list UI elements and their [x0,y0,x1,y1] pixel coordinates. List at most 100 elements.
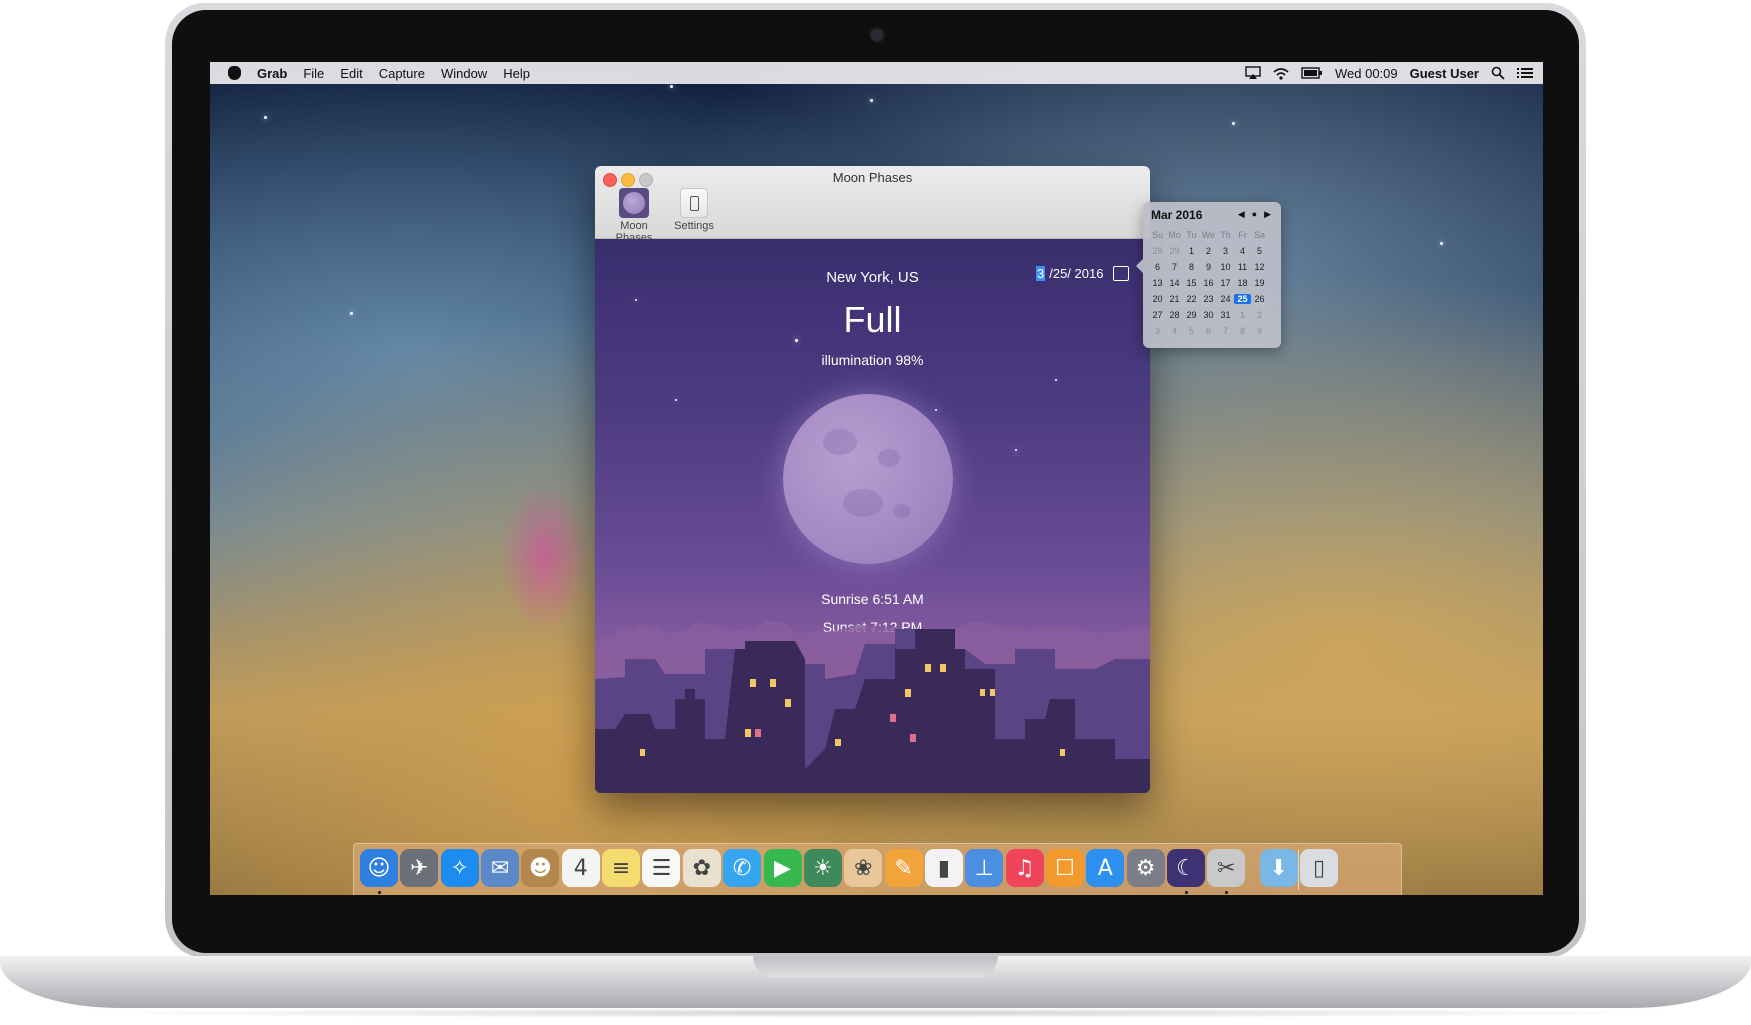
spotlight-icon[interactable] [1491,66,1505,80]
toolbar-settings[interactable]: Settings [671,188,717,232]
menu-bar-status: Wed 00:09 Guest User [1245,62,1533,84]
reminders-icon[interactable]: ☰ [642,849,681,887]
wifi-icon[interactable] [1273,67,1289,80]
toolbar-moon-phases[interactable]: Moon Phases [601,188,667,244]
calendar-day[interactable]: 27 [1149,310,1166,320]
date-rest-field[interactable]: /25/ 2016 [1049,266,1103,281]
photo-booth-icon[interactable]: ☀ [803,849,842,887]
grab-icon[interactable]: ✂ [1207,849,1246,887]
calendar-day[interactable]: 29 [1183,310,1200,320]
notes-icon[interactable]: ≡ [602,849,641,887]
moon-phases-window: Moon Phases Moon Phases Settings New Yor… [595,166,1150,793]
finder-icon[interactable]: ☺ [360,849,398,887]
calendar-day[interactable]: 1 [1183,246,1200,256]
date-month-field[interactable]: 3 [1036,266,1046,281]
menu-edit[interactable]: Edit [340,66,362,81]
calendar-week-row: 20 21 22 23 24 25 26 [1149,291,1277,307]
menu-app-name[interactable]: Grab [257,66,287,81]
calendar-day[interactable]: 13 [1149,278,1166,288]
menu-file[interactable]: File [303,66,324,81]
menu-window[interactable]: Window [441,66,487,81]
photos-icon[interactable]: ✿ [682,849,721,887]
iphoto-icon[interactable]: ❀ [844,849,883,887]
calendar-day[interactable]: 8 [1234,326,1251,336]
calendar-day[interactable]: 6 [1149,262,1166,272]
calendar-day[interactable]: 12 [1251,262,1268,272]
launchpad-icon[interactable]: ✈ [400,849,439,887]
today-dot-icon[interactable]: ● [1252,209,1257,220]
calendar-icon[interactable]: 4 [561,849,600,887]
calendar-day[interactable]: 9 [1251,326,1268,336]
calendar-day[interactable]: 23 [1200,294,1217,304]
apple-menu-icon[interactable] [228,66,241,80]
calendar-day[interactable]: 3 [1217,246,1234,256]
pages-icon[interactable]: ✎ [884,849,923,887]
previous-month-icon[interactable]: ◀ [1238,209,1245,220]
calendar-day[interactable]: 4 [1234,246,1251,256]
calendar-day-selected[interactable]: 25 [1234,294,1251,304]
keynote-icon[interactable]: ⊥ [965,849,1004,887]
calendar-day[interactable]: 7 [1217,326,1234,336]
calendar-day[interactable]: 11 [1234,262,1251,272]
calendar-day[interactable]: 16 [1200,278,1217,288]
calendar-day[interactable]: 7 [1166,262,1183,272]
menu-capture[interactable]: Capture [379,66,425,81]
date-picker[interactable]: 3/25/ 2016 [1036,266,1130,281]
calendar-day[interactable]: 26 [1251,294,1268,304]
city-skyline-illustration [595,621,1150,793]
menu-help[interactable]: Help [503,66,530,81]
calendar-day[interactable]: 2 [1200,246,1217,256]
calendar-day[interactable]: 22 [1183,294,1200,304]
trash-icon[interactable]: ▯ [1300,849,1339,887]
calendar-day[interactable]: 10 [1217,262,1234,272]
notification-center-icon[interactable] [1517,67,1533,79]
facetime-icon[interactable]: ▶ [763,849,802,887]
calendar-day[interactable]: 9 [1200,262,1217,272]
calendar-grid: Su Mo Tu We Th Fr Sa 28 29 1 2 3 4 5 6 7… [1149,227,1277,339]
calendar-week-row: 13 14 15 16 17 18 19 [1149,275,1277,291]
calendar-day[interactable]: 29 [1166,246,1183,256]
menu-clock[interactable]: Wed 00:09 [1335,66,1398,81]
contacts-icon[interactable]: ☻ [521,849,560,887]
calendar-day[interactable]: 4 [1166,326,1183,336]
next-month-icon[interactable]: ▶ [1264,209,1271,220]
system-preferences-icon[interactable]: ⚙ [1126,849,1165,887]
calendar-day[interactable]: 19 [1251,278,1268,288]
weekday-label: Th [1220,230,1231,240]
downloads-icon[interactable]: ⬇ [1259,849,1298,887]
mail-icon[interactable]: ✉ [481,849,520,887]
itunes-icon[interactable]: ♫ [1005,849,1044,887]
calendar-day[interactable]: 5 [1183,326,1200,336]
calendar-day[interactable]: 2 [1251,310,1268,320]
calendar-day[interactable]: 1 [1234,310,1251,320]
calendar-day[interactable]: 24 [1217,294,1234,304]
calendar-day[interactable]: 15 [1183,278,1200,288]
calendar-day[interactable]: 21 [1166,294,1183,304]
weekday-label: We [1201,230,1216,240]
calendar-day[interactable]: 28 [1166,310,1183,320]
menu-user[interactable]: Guest User [1410,66,1479,81]
numbers-icon[interactable]: ▮ [924,849,963,887]
calendar-day[interactable]: 30 [1200,310,1217,320]
calendar-day[interactable]: 28 [1149,246,1166,256]
messages-icon[interactable]: ✆ [723,849,762,887]
calendar-day[interactable]: 6 [1200,326,1217,336]
app-store-icon[interactable]: A [1086,849,1125,887]
calendar-day[interactable]: 18 [1234,278,1251,288]
calendar-day[interactable]: 14 [1166,278,1183,288]
calendar-day[interactable]: 31 [1217,310,1234,320]
window-titlebar[interactable]: Moon Phases Moon Phases Settings [595,166,1150,244]
dock-running-indicator [378,891,381,894]
calendar-icon[interactable] [1113,266,1130,281]
calendar-day[interactable]: 20 [1149,294,1166,304]
calendar-day[interactable]: 17 [1217,278,1234,288]
battery-icon[interactable] [1301,67,1323,79]
laptop-shadow [60,1008,1691,1018]
safari-icon[interactable]: ✧ [440,849,479,887]
ibooks-icon[interactable]: ☐ [1045,849,1084,887]
calendar-day[interactable]: 3 [1149,326,1166,336]
calendar-day[interactable]: 8 [1183,262,1200,272]
moon-phases-icon[interactable]: ☾ [1167,849,1205,887]
airplay-icon[interactable] [1245,66,1261,80]
calendar-day[interactable]: 5 [1251,246,1268,256]
